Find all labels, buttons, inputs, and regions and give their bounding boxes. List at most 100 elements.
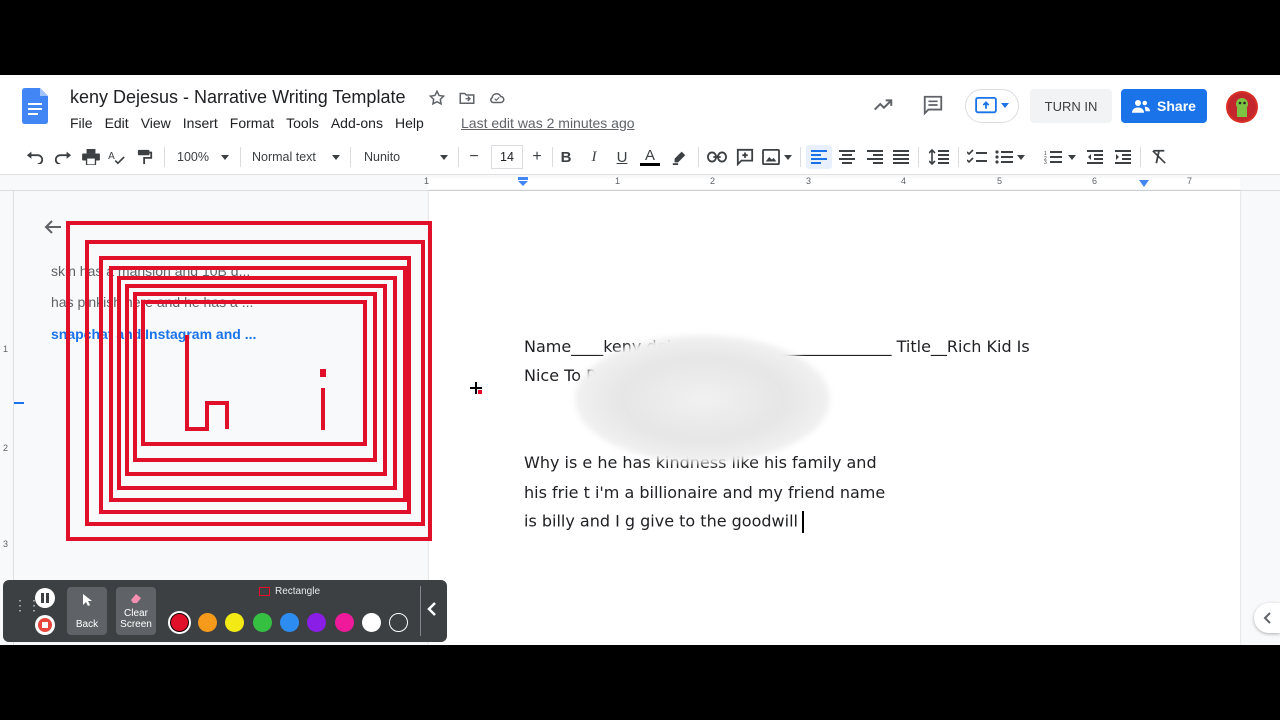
menu-format[interactable]: Format bbox=[224, 114, 280, 132]
share-label: Share bbox=[1157, 98, 1196, 114]
print-icon[interactable] bbox=[80, 145, 102, 169]
pause-icon[interactable] bbox=[35, 588, 55, 608]
turn-in-button[interactable]: TURN IN bbox=[1030, 89, 1112, 123]
menu-help[interactable]: Help bbox=[389, 114, 430, 132]
text-caret bbox=[801, 511, 804, 533]
cloud-saved-icon[interactable] bbox=[486, 87, 508, 109]
font-select[interactable]: Nunito bbox=[358, 145, 454, 169]
ruler-number: 7 bbox=[1187, 176, 1193, 186]
vruler-number: 2 bbox=[3, 443, 9, 453]
right-indent-marker-icon[interactable] bbox=[1138, 180, 1150, 188]
title-bar: keny Dejesus - Narrative Writing Templat… bbox=[0, 75, 1280, 139]
last-edit-link[interactable]: Last edit was 2 minutes ago bbox=[461, 115, 635, 131]
paragraph-style-select[interactable]: Normal text bbox=[248, 145, 344, 169]
chevron-down-icon bbox=[331, 154, 340, 160]
zoom-select[interactable]: 100% bbox=[172, 145, 234, 169]
color-swatch-red[interactable] bbox=[168, 611, 191, 634]
app-window: keny Dejesus - Narrative Writing Templat… bbox=[0, 75, 1280, 645]
ruler-number: 1 bbox=[424, 176, 430, 186]
doc-text-line[interactable]: is billy and I g give to the goodwill bbox=[524, 511, 804, 533]
document-page[interactable]: Name____keny dejesus____________________… bbox=[429, 191, 1240, 645]
increase-indent-icon[interactable] bbox=[1112, 145, 1134, 169]
text-color-icon[interactable]: A bbox=[638, 145, 662, 169]
increase-font-size-button[interactable]: + bbox=[526, 145, 548, 169]
activity-trend-icon[interactable] bbox=[870, 92, 896, 118]
collapse-toolbar-icon[interactable] bbox=[427, 601, 437, 622]
comments-icon[interactable] bbox=[920, 92, 946, 118]
undo-icon[interactable] bbox=[24, 145, 46, 169]
bulleted-list-icon[interactable] bbox=[994, 145, 1026, 169]
color-swatch-orange[interactable] bbox=[198, 613, 217, 632]
clear-screen-button[interactable]: Clear Screen bbox=[116, 587, 156, 635]
color-swatch-blue[interactable] bbox=[280, 613, 299, 632]
decrease-font-size-button[interactable]: − bbox=[463, 145, 485, 169]
font-size-input[interactable]: 14 bbox=[491, 145, 523, 169]
back-tool-button[interactable]: Back bbox=[67, 587, 107, 635]
chevron-down-icon bbox=[220, 154, 229, 160]
line-spacing-icon[interactable] bbox=[926, 145, 952, 169]
chevron-down-icon bbox=[1001, 103, 1009, 108]
underline-icon[interactable]: U bbox=[612, 145, 632, 169]
vertical-ruler: 1 2 3 bbox=[0, 191, 14, 645]
move-folder-icon[interactable] bbox=[456, 87, 478, 109]
shape-selector[interactable]: Rectangle bbox=[259, 586, 320, 597]
insert-image-icon[interactable] bbox=[760, 145, 794, 169]
decrease-indent-icon[interactable] bbox=[1084, 145, 1106, 169]
avatar[interactable] bbox=[1226, 91, 1258, 123]
align-left-icon[interactable] bbox=[806, 145, 832, 169]
color-swatch-transparent[interactable] bbox=[389, 613, 408, 632]
present-button[interactable] bbox=[965, 89, 1019, 123]
formatting-toolbar: A 100% Normal text Nunito − 14 + B I U A… bbox=[0, 139, 1280, 175]
menu-tools[interactable]: Tools bbox=[280, 114, 325, 132]
bold-icon[interactable]: B bbox=[556, 145, 576, 169]
clear-screen-label: Clear Screen bbox=[120, 608, 152, 630]
google-docs-logo-icon[interactable] bbox=[22, 88, 48, 124]
add-comment-icon[interactable] bbox=[734, 145, 756, 169]
numbered-list-icon[interactable]: 123 bbox=[1040, 145, 1080, 169]
font-value: Nunito bbox=[364, 150, 401, 164]
shape-label: Rectangle bbox=[275, 586, 321, 597]
stop-record-icon[interactable] bbox=[35, 615, 55, 635]
document-title[interactable]: keny Dejesus - Narrative Writing Templat… bbox=[70, 87, 405, 108]
left-indent-marker-icon[interactable] bbox=[517, 177, 529, 187]
spellcheck-icon[interactable]: A bbox=[106, 145, 128, 169]
doc-text-line[interactable]: his frie t i'm a billionaire and my frie… bbox=[524, 483, 885, 502]
align-right-icon[interactable] bbox=[864, 145, 886, 169]
paint-format-icon[interactable] bbox=[134, 145, 156, 169]
insert-link-icon[interactable] bbox=[706, 145, 728, 169]
ruler-number: 2 bbox=[710, 176, 716, 186]
vruler-number: 1 bbox=[3, 344, 9, 354]
italic-icon[interactable]: I bbox=[584, 145, 604, 169]
share-button[interactable]: Share bbox=[1121, 89, 1207, 123]
star-icon[interactable] bbox=[426, 87, 448, 109]
menu-file[interactable]: File bbox=[64, 114, 99, 132]
horizontal-ruler: 1 1 2 3 4 5 6 7 bbox=[0, 175, 1280, 191]
checklist-icon[interactable] bbox=[964, 145, 990, 169]
menu-edit[interactable]: Edit bbox=[99, 114, 135, 132]
eraser-icon bbox=[131, 594, 141, 603]
ruler-number: 3 bbox=[806, 176, 812, 186]
color-swatch-green[interactable] bbox=[253, 613, 272, 632]
menu-view[interactable]: View bbox=[135, 114, 177, 132]
side-panel-toggle[interactable] bbox=[1254, 603, 1280, 633]
chevron-down-icon bbox=[440, 154, 449, 160]
svg-text:A: A bbox=[108, 151, 115, 162]
menu-bar: File Edit View Insert Format Tools Add-o… bbox=[64, 114, 430, 132]
highlight-icon[interactable] bbox=[668, 145, 690, 169]
rectangle-icon bbox=[259, 587, 270, 596]
menu-insert[interactable]: Insert bbox=[177, 114, 224, 132]
color-swatch-purple[interactable] bbox=[307, 613, 326, 632]
redo-icon[interactable] bbox=[52, 145, 74, 169]
menu-add-ons[interactable]: Add-ons bbox=[325, 114, 389, 132]
pointer-icon bbox=[83, 594, 92, 606]
color-swatch-yellow[interactable] bbox=[225, 613, 244, 632]
back-arrow-icon[interactable] bbox=[44, 219, 62, 240]
present-icon bbox=[975, 97, 997, 114]
color-swatch-white[interactable] bbox=[362, 613, 381, 632]
people-icon bbox=[1132, 100, 1151, 113]
drawn-letter-h bbox=[185, 335, 229, 431]
align-center-icon[interactable] bbox=[836, 145, 858, 169]
clear-formatting-icon[interactable] bbox=[1148, 145, 1170, 169]
justify-icon[interactable] bbox=[890, 145, 912, 169]
color-swatch-pink[interactable] bbox=[335, 613, 354, 632]
